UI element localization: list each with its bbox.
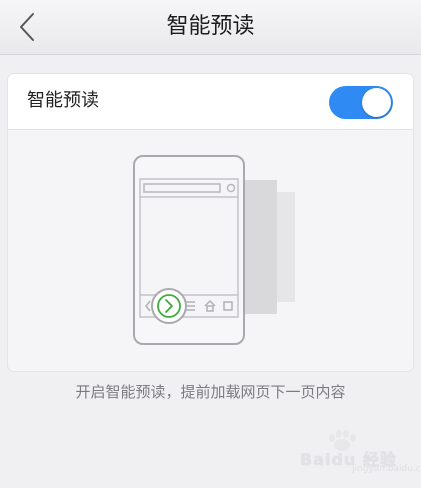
smart-preread-row: 智能预读 xyxy=(8,74,413,130)
smart-preread-toggle[interactable] xyxy=(329,86,393,119)
phone-icon xyxy=(133,155,245,345)
setting-label: 智能预读 xyxy=(27,90,99,111)
toggle-knob xyxy=(362,88,391,117)
phone-illustration xyxy=(133,155,295,345)
settings-card: 智能预读 xyxy=(8,74,413,371)
nav-bar: 智能预读 xyxy=(0,0,421,55)
setting-description: 开启智能预读，提前加载网页下一页内容 xyxy=(75,383,346,401)
next-page-arrow-icon xyxy=(151,288,187,324)
back-page-1 xyxy=(241,180,277,314)
watermark-logo: Baidu 经验 jingyan.baidu.com xyxy=(300,430,421,480)
page-title: 智能预读 xyxy=(166,14,255,39)
watermark-sub: jingyan.baidu.com xyxy=(352,464,421,474)
